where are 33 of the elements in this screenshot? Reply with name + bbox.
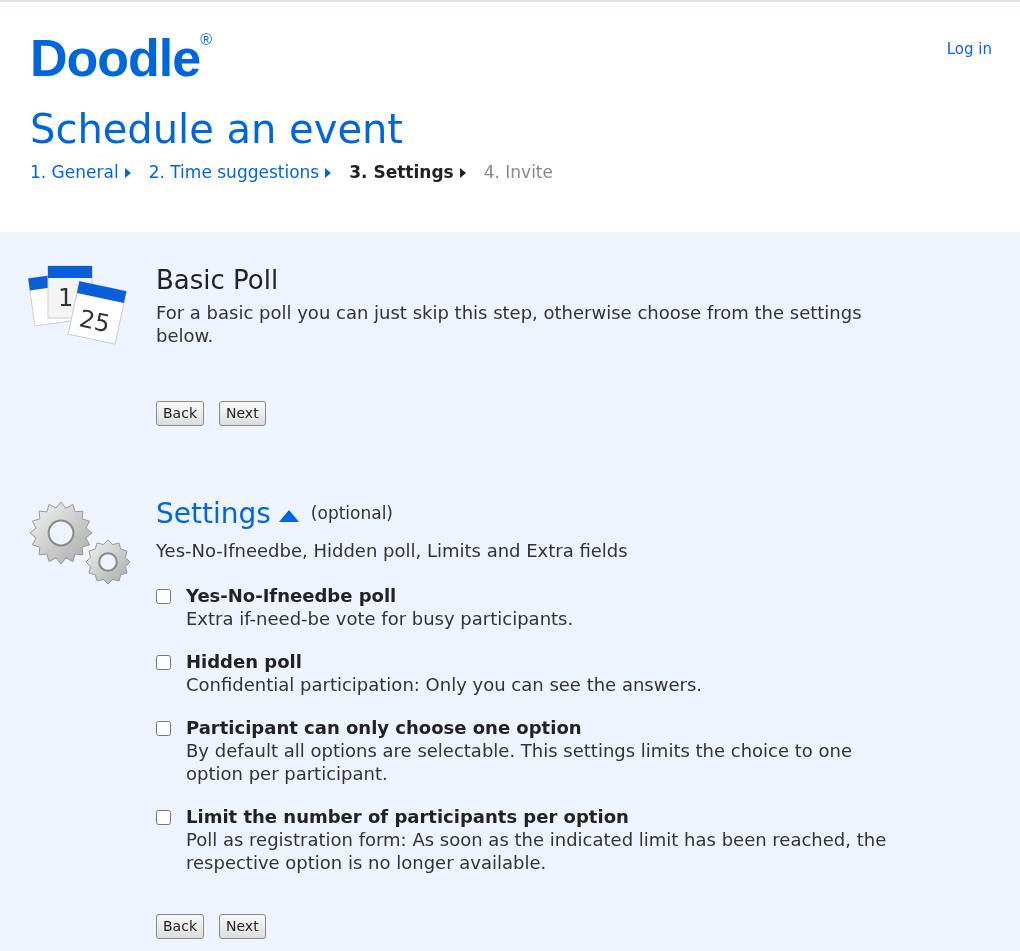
login-link[interactable]: Log in	[946, 38, 992, 61]
option-label: Hidden poll	[186, 649, 303, 673]
option-checkbox[interactable]	[156, 654, 171, 670]
logo[interactable]: Doodle	[30, 32, 201, 84]
collapse-icon[interactable]	[278, 509, 299, 522]
caret-icon	[325, 167, 332, 178]
registered-mark: ®	[200, 32, 212, 48]
section-description: For a basic poll you can just skip this step, otherwise choose from the settings below.	[156, 300, 863, 347]
optional-label: (optional)	[310, 502, 393, 525]
option-label: Limit the number of participants per option	[186, 804, 630, 828]
option-description: Poll as registration form: As soon as the indicated limit has been reached, the respective option is no longer available.	[186, 827, 888, 874]
form-button[interactable]: Next	[219, 400, 266, 426]
wizard-step[interactable]: 3. Settings	[349, 160, 454, 186]
wizard-step[interactable]: 1. General	[30, 160, 119, 186]
option-checkbox[interactable]	[156, 720, 171, 736]
wizard-step[interactable]: 2. Time suggestions	[148, 160, 320, 186]
form-button[interactable]: Back	[156, 400, 204, 426]
caret-icon	[459, 167, 466, 178]
option-label: Participant can only choose one option	[186, 715, 583, 739]
page-title: Schedule an event	[30, 105, 405, 154]
form-button[interactable]: Next	[219, 913, 266, 939]
option-checkbox[interactable]	[156, 588, 171, 604]
option-description: By default all options are selectable. This settings limits the choice to one option per participant.	[186, 738, 854, 785]
form-button[interactable]: Back	[156, 913, 204, 939]
option-description: Extra if-need-be vote for busy participants.	[186, 606, 575, 630]
section-title: Basic Poll	[156, 264, 280, 297]
settings-summary: Yes-No-Ifneedbe, Hidden poll, Limits and Extra fields	[156, 538, 629, 563]
option-description: Confidential participation: Only you can see the answers.	[186, 672, 703, 696]
section-title[interactable]: Settings	[156, 495, 271, 531]
option-label: Yes-No-Ifneedbe poll	[186, 583, 398, 607]
wizard-step: 4. Invite	[483, 160, 553, 186]
option-checkbox[interactable]	[156, 809, 171, 825]
caret-icon	[124, 167, 131, 178]
